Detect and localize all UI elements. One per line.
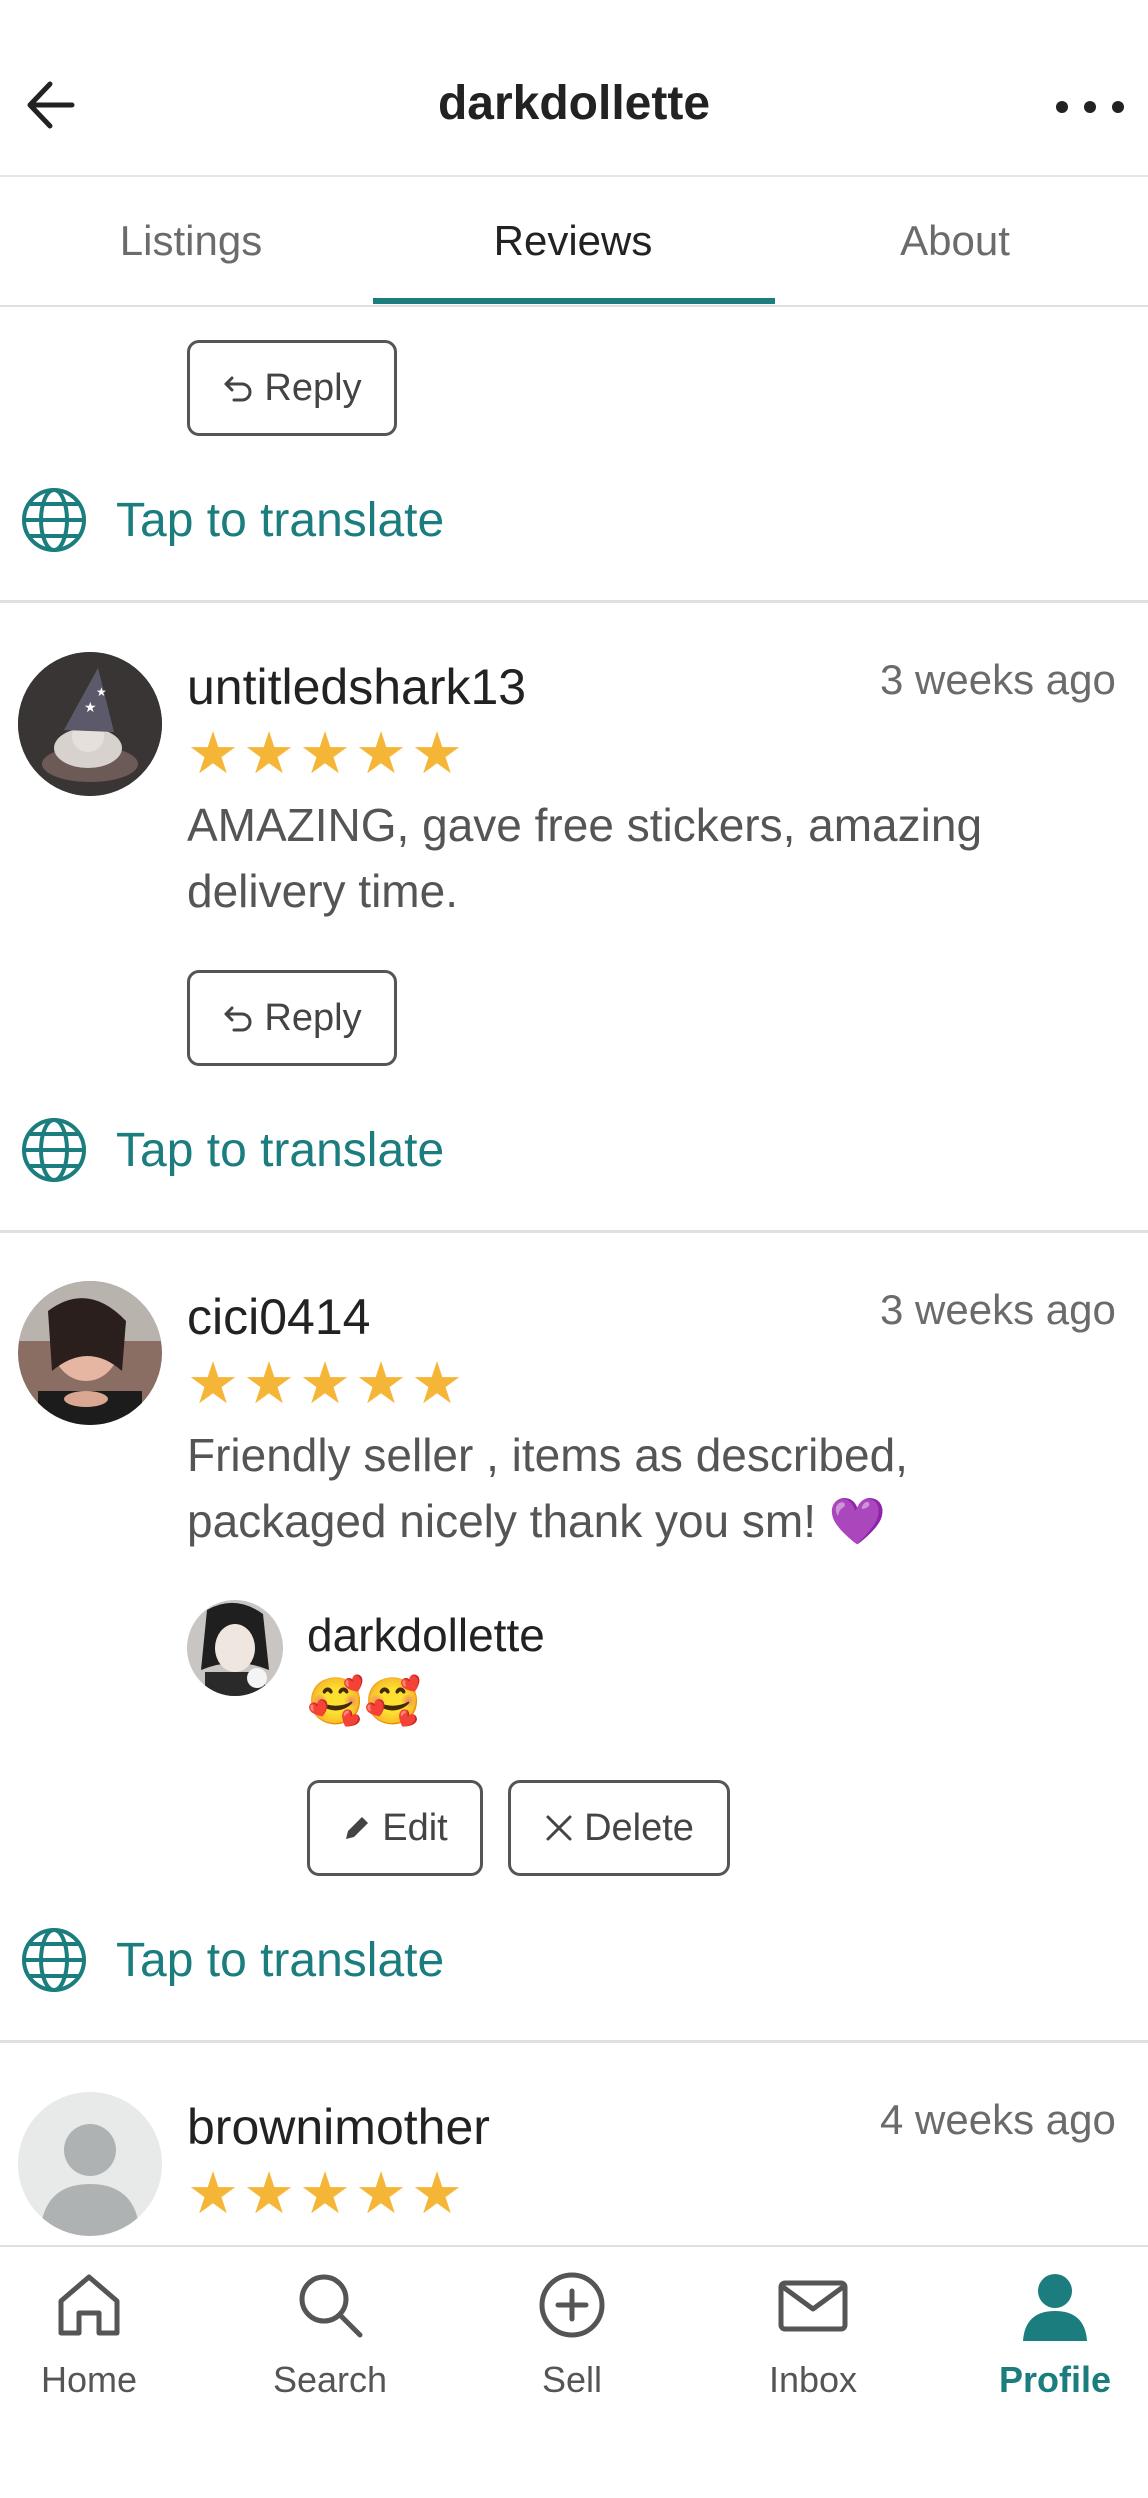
reply-label: Reply <box>264 996 362 1039</box>
avatar[interactable] <box>18 1281 162 1425</box>
reviewer-name[interactable]: untitledshark13 <box>187 658 526 716</box>
profile-icon <box>1023 2274 1087 2341</box>
nav-home[interactable]: Home <box>0 2247 204 2447</box>
rating-stars: ★ ★ ★ ★ ★ <box>187 2161 463 2226</box>
divider <box>0 2040 1148 2043</box>
rating-stars: ★ ★ ★ ★ ★ <box>187 1351 463 1416</box>
divider <box>0 1230 1148 1233</box>
tab-reviews[interactable]: Reviews <box>382 177 764 305</box>
edit-label: Edit <box>382 1806 448 1849</box>
nav-label: Home <box>40 2359 138 2400</box>
nav-label: Inbox <box>768 2359 858 2400</box>
review-text-line: delivery time. <box>187 865 458 917</box>
star-icon: ★ <box>411 1351 463 1416</box>
close-icon <box>546 1815 572 1841</box>
star-icon: ★ <box>355 721 407 786</box>
top-bar: darkdollette <box>0 0 1148 177</box>
tab-listings[interactable]: Listings <box>0 177 382 305</box>
star-icon: ★ <box>243 721 295 786</box>
review-time: 3 weeks ago <box>880 1286 1116 1333</box>
globe-icon <box>22 1928 86 1992</box>
mail-icon <box>778 2280 848 2332</box>
reviewer-name[interactable]: cici0414 <box>187 1288 370 1346</box>
search-icon <box>299 2274 363 2338</box>
translate-label: Tap to translate <box>116 493 445 547</box>
translate-link[interactable]: Tap to translate <box>20 1115 444 1185</box>
nav-sell[interactable]: Sell <box>457 2247 687 2447</box>
plus-circle-icon <box>539 2272 605 2338</box>
page-title: darkdollette <box>437 77 711 130</box>
star-icon: ★ <box>299 721 351 786</box>
translate-label: Tap to translate <box>116 1933 445 1987</box>
review-time: 4 weeks ago <box>880 2096 1116 2143</box>
review-time: 3 weeks ago <box>880 656 1116 703</box>
delete-button[interactable]: Delete <box>508 1780 730 1876</box>
home-icon <box>58 2274 120 2336</box>
star-icon: ★ <box>411 2161 463 2226</box>
reviewer-name[interactable]: brownimother <box>187 2098 490 2156</box>
nav-inbox[interactable]: Inbox <box>698 2247 928 2447</box>
rating-stars: ★ ★ ★ ★ ★ <box>187 721 463 786</box>
review-text-line: AMAZING, gave free stickers, amazing <box>187 799 983 851</box>
more-options-icon[interactable] <box>1050 70 1130 140</box>
nav-profile[interactable]: Profile <box>940 2247 1148 2447</box>
translate-link[interactable]: Tap to translate <box>20 485 444 555</box>
reply-button[interactable]: Reply <box>187 340 397 436</box>
star-icon: ★ <box>187 2161 239 2226</box>
star-icon: ★ <box>243 2161 295 2226</box>
review-text-line: packaged nicely thank you sm! 💜 <box>187 1495 887 1547</box>
star-icon: ★ <box>243 1351 295 1416</box>
avatar[interactable]: ★ ★ <box>18 652 162 796</box>
divider <box>0 600 1148 603</box>
pencil-icon <box>346 1817 369 1839</box>
avatar[interactable] <box>18 2092 162 2236</box>
delete-label: Delete <box>584 1806 694 1849</box>
translate-label: Tap to translate <box>116 1123 445 1177</box>
review-text: Friendly seller , items as described, pa… <box>187 1422 908 1554</box>
seller-reply-text: 🥰🥰 <box>307 1675 422 1727</box>
nav-label: Profile <box>998 2359 1112 2400</box>
seller-reply-name: darkdollette <box>307 1609 545 1661</box>
tab-about[interactable]: About <box>764 177 1146 305</box>
nav-label: Sell <box>541 2359 603 2400</box>
nav-label: Search <box>272 2359 388 2400</box>
review-text-line: Friendly seller , items as described, <box>187 1429 908 1481</box>
globe-icon <box>22 1118 86 1182</box>
svg-text:★: ★ <box>84 699 97 715</box>
svg-text:★: ★ <box>96 685 107 699</box>
bottom-nav: Home Search Sell Inbox Profile <box>0 2245 1148 2498</box>
reply-icon <box>224 1006 252 1032</box>
nav-search[interactable]: Search <box>215 2247 445 2447</box>
star-icon: ★ <box>355 1351 407 1416</box>
seller-avatar[interactable] <box>187 1600 283 1696</box>
globe-icon <box>22 488 86 552</box>
star-icon: ★ <box>187 721 239 786</box>
reply-icon <box>224 376 252 402</box>
review-text: AMAZING, gave free stickers, amazing del… <box>187 792 982 924</box>
translate-link[interactable]: Tap to translate <box>20 1925 444 1995</box>
tab-bar: Listings Reviews About <box>0 177 1148 307</box>
star-icon: ★ <box>299 2161 351 2226</box>
edit-button[interactable]: Edit <box>307 1780 483 1876</box>
star-icon: ★ <box>355 2161 407 2226</box>
reply-button[interactable]: Reply <box>187 970 397 1066</box>
active-tab-indicator <box>373 298 775 304</box>
star-icon: ★ <box>299 1351 351 1416</box>
reply-label: Reply <box>264 366 362 409</box>
star-icon: ★ <box>187 1351 239 1416</box>
star-icon: ★ <box>411 721 463 786</box>
